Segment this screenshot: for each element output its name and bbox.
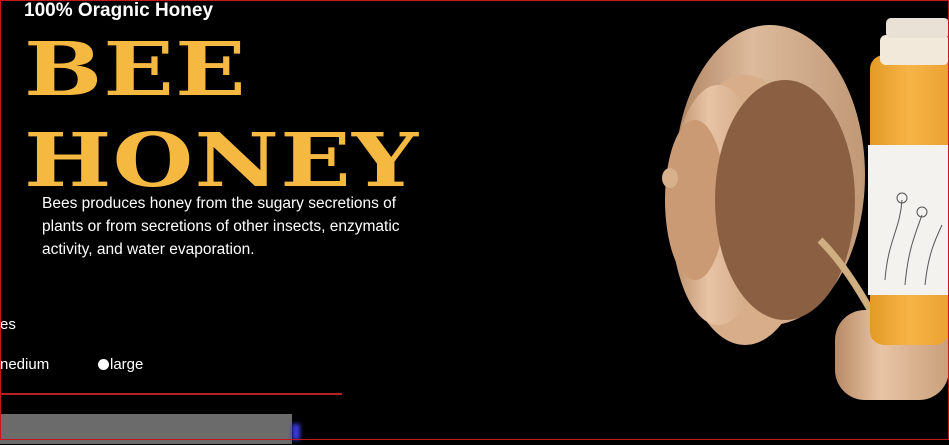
honey-jar-wooden-hive-image xyxy=(662,18,949,400)
hero-tagline: 100% Oragnic Honey xyxy=(24,0,214,21)
hero-description: Bees produces honey from the sugary secr… xyxy=(42,195,400,258)
hero-title-line1: BEE xyxy=(24,27,247,113)
radio-button-large[interactable] xyxy=(98,359,109,370)
product-image xyxy=(650,0,949,440)
size-option-medium[interactable]: nedium xyxy=(0,356,49,373)
hero-title-line2: HONEY xyxy=(24,118,420,204)
section-divider xyxy=(0,393,342,395)
size-selector-label: es xyxy=(0,316,16,333)
size-option-medium-label: nedium xyxy=(0,356,50,373)
button-glow-edge xyxy=(292,424,300,440)
size-option-large[interactable]: large xyxy=(98,356,143,373)
size-option-large-label: large xyxy=(110,356,144,373)
